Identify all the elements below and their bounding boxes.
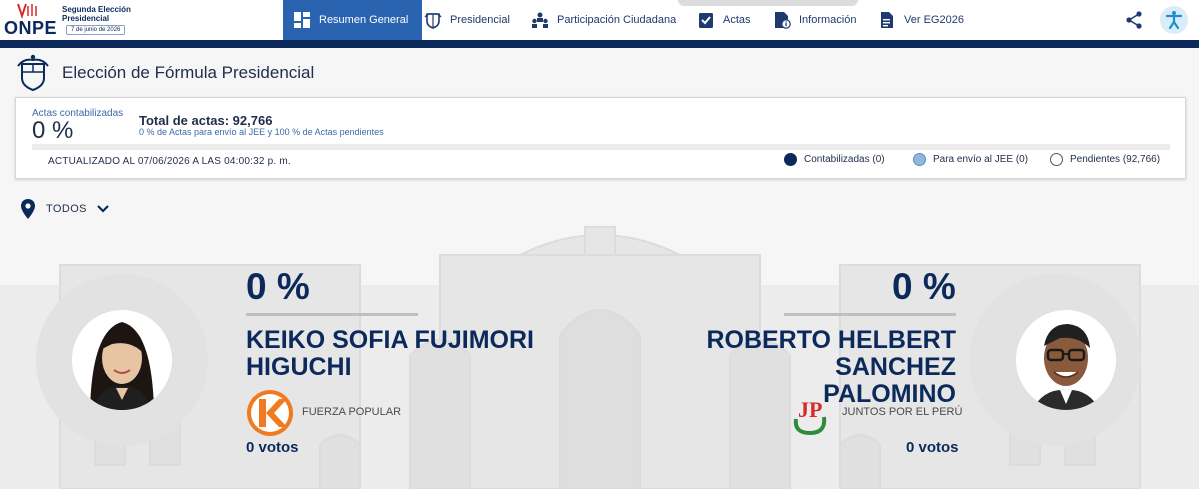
nav-label: Actas [723,14,751,26]
candidate-2-party: JUNTOS POR EL PERÚ [842,406,963,418]
scroll-handle[interactable] [678,0,858,6]
candidate-2-name: ROBERTO HELBERT SANCHEZ PALOMINO [590,327,956,408]
onpe-logo[interactable]: ONPE Segunda Elección Presidencial 7 de … [4,2,134,38]
nav-label: Presidencial [450,14,510,26]
page-header: Elección de Fórmula Presidencial [14,54,314,92]
candidate-2-name-line-2: PALOMINO [823,380,956,408]
legend-para-envio-jee: Para envío al JEE (0) [913,153,1028,166]
nav-participacion-ciudadana[interactable]: Participación Ciudadana [531,0,676,40]
candidate-1-name-line-1: KEIKO SOFIA FUJIMORI [246,326,534,354]
juntos-por-el-peru-logo-icon: JP [793,397,827,436]
candidate-photo [72,310,172,410]
location-filter[interactable]: TODOS [20,199,109,219]
candidate-2-percentage: 0 % [892,266,956,307]
location-pin-icon [21,199,35,219]
candidate-1-votes: 0 votos [246,439,299,456]
nav-label: Información [799,14,857,26]
candidate-2-votes: 0 votos [906,439,959,456]
nav-divider [0,40,1199,48]
candidate-portrait-icon [1032,324,1100,410]
candidate-portrait-icon [90,322,154,410]
legend-label: Pendientes (92,766) [1070,154,1161,165]
candidate-photo-frame [969,274,1141,446]
dashboard-icon [294,12,310,28]
accessibility-button[interactable] [1160,6,1188,34]
nav-label: Participación Ciudadana [557,14,677,26]
summary-card: Actas contabilizadas 0 % Total de actas:… [15,97,1186,179]
logo-date: 7 de junio de 2026 [66,25,126,35]
legend-dot [1050,153,1063,166]
nav-presidencial[interactable]: Presidencial [424,0,510,40]
candidate-2-name-line-1: ROBERTO HELBERT SANCHEZ [706,326,956,381]
filter-label: TODOS [46,203,87,215]
legend-contabilizadas: Contabilizadas (0) [784,153,885,166]
candidate-photo-frame [36,274,208,446]
top-navigation-bar: ONPE Segunda Elección Presidencial 7 de … [0,0,1199,40]
coat-of-arms-icon [424,13,442,29]
legend-pendientes: Pendientes (92,766) [1050,153,1160,166]
page-title: Elección de Fórmula Presidencial [62,63,315,82]
progress-bar [32,144,1170,150]
actas-percentage: 0 % [32,117,74,144]
document-icon [881,12,893,28]
clipboard-check-icon [699,13,713,28]
nav-actas[interactable]: Actas [697,0,751,40]
nav-resumen-general[interactable]: Resumen General [283,0,423,40]
peru-coat-of-arms-icon [17,54,49,92]
candidate-1-name-line-2: HIGUCHI [246,353,352,381]
candidate-photo [1016,310,1116,410]
fuerza-popular-logo-icon [247,390,293,436]
updated-timestamp: ACTUALIZADO AL 07/06/2026 A LAS 04:00:32… [48,156,291,167]
nav-label: Ver EG2026 [904,14,964,26]
total-actas: Total de actas: 92,766 [139,113,273,128]
people-icon [532,12,548,28]
brand-text: ONPE [4,18,58,38]
logo-line-1: Segunda Elección [62,5,131,14]
share-icon[interactable] [1124,10,1144,30]
nav-ver-eg2026[interactable]: Ver EG2026 [878,0,964,40]
candidate-1-party: FUERZA POPULAR [302,406,402,418]
legend-label: Contabilizadas (0) [804,154,885,165]
candidate-1-percentage: 0 % [246,266,310,307]
chevron-down-icon [97,205,109,213]
divider [246,313,418,316]
actas-breakdown: 0 % de Actas para envío al JEE y 100 % d… [139,127,384,137]
divider [784,313,956,316]
candidate-1-name: KEIKO SOFIA FUJIMORI HIGUCHI [246,327,534,381]
accessibility-icon [1165,11,1183,30]
nav-label: Resumen General [319,14,409,26]
svg-text:JP: JP [798,397,822,422]
legend-label: Para envío al JEE (0) [933,154,1029,165]
info-document-icon [775,12,791,29]
logo-line-2: Presidencial [62,14,110,23]
legend-dot [913,153,926,166]
nav-informacion[interactable]: Información [773,0,856,40]
legend-dot [784,153,797,166]
